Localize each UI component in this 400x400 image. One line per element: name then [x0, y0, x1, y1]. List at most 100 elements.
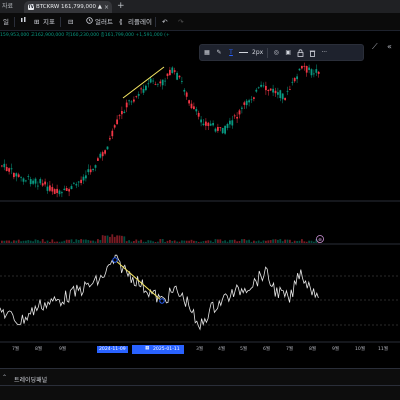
candle-body	[34, 178, 37, 184]
volume-bar	[145, 241, 147, 243]
candle-body	[229, 120, 231, 125]
volume-bar	[140, 239, 142, 243]
volume-bar	[135, 239, 138, 243]
candle-body	[85, 175, 87, 179]
time-axis-selection-start[interactable]: 2024-11-09	[97, 346, 128, 353]
candle-body	[197, 112, 200, 117]
panel-expand-icon[interactable]: ⌃	[2, 374, 7, 381]
candle-body	[178, 75, 181, 78]
text-icon[interactable]: T	[227, 46, 235, 59]
template-icon[interactable]: ▣	[284, 46, 292, 59]
more-options-button[interactable]: ···	[320, 46, 328, 59]
volume-bar	[226, 241, 229, 243]
volume-bar	[193, 240, 195, 243]
settings-icon[interactable]: ◎	[272, 46, 280, 59]
candle-body	[195, 109, 198, 112]
volume-bar	[56, 241, 58, 243]
candle-body	[260, 84, 262, 87]
time-axis-selection-end[interactable]: 2025-01-11	[151, 346, 182, 353]
candle-body	[212, 123, 214, 126]
candle-body	[293, 77, 296, 82]
trendline-handle-end[interactable]	[159, 298, 165, 304]
candle-body	[164, 80, 166, 82]
volume-bar	[77, 240, 80, 243]
volume-bar	[274, 239, 277, 243]
lock-icon[interactable]	[296, 46, 304, 59]
candle-body	[70, 186, 73, 190]
volume-bar	[183, 240, 186, 243]
candle-body	[310, 69, 313, 76]
volume-bar	[284, 239, 286, 243]
candle-body	[3, 163, 6, 168]
candle-body	[5, 167, 8, 172]
volume-bar	[10, 241, 13, 243]
candle-body	[253, 97, 255, 99]
candle-body	[188, 100, 190, 104]
stroke-width-button[interactable]: 2px	[252, 46, 263, 59]
candle-body	[101, 152, 104, 157]
volume-bar	[308, 240, 310, 243]
volume-bar	[5, 240, 8, 243]
volume-bar	[221, 241, 224, 243]
candle-body	[272, 88, 274, 93]
volume-bars	[1, 234, 320, 243]
time-axis-tick: 4월	[218, 347, 226, 352]
trading-panel-tab[interactable]: 트레이딩패널	[14, 375, 47, 384]
trendline-tool-icon[interactable]: ⟋	[372, 42, 378, 52]
candle-body	[313, 73, 315, 75]
candle-body	[99, 153, 102, 158]
volume-bar	[169, 239, 171, 243]
volume-bar	[58, 241, 61, 243]
volume-bar	[245, 240, 248, 243]
volume-bar	[209, 240, 212, 243]
drawing-grid-icon[interactable]: ▦	[203, 46, 211, 59]
candle-body	[27, 176, 30, 178]
volume-bar	[233, 239, 236, 243]
volume-bar	[109, 236, 111, 243]
time-axis-tick: 8월	[309, 347, 317, 352]
volume-bar	[44, 241, 46, 243]
candle-body	[315, 69, 318, 73]
volume-bar	[279, 239, 282, 243]
candle-body	[250, 99, 253, 101]
time-axis-tick: 9월	[59, 347, 67, 352]
volume-bar	[65, 239, 68, 243]
volume-bar	[27, 240, 30, 243]
volume-bar	[25, 240, 27, 243]
volume-bar	[305, 241, 308, 243]
delete-icon[interactable]	[308, 46, 316, 59]
candle-body	[317, 71, 320, 74]
candle-body	[171, 67, 174, 74]
volume-bar	[32, 241, 34, 243]
trendline-handle-start[interactable]	[112, 257, 118, 263]
time-axis[interactable]: 7월 8월 9월 2024-11-09 ▦ 2025-01-11 3월 4월 5…	[0, 345, 400, 357]
oscillator-trendline-drawing[interactable]	[114, 259, 163, 302]
candle-body	[13, 173, 15, 178]
volume-bar	[128, 240, 130, 243]
volume-bar	[142, 241, 145, 243]
volume-bar	[166, 240, 169, 243]
volume-bar	[111, 234, 114, 243]
volume-bar	[293, 240, 296, 243]
candle-body	[236, 117, 238, 119]
volume-bar	[37, 240, 39, 243]
candle-body	[291, 81, 294, 83]
collapse-panel-icon[interactable]: «	[387, 42, 392, 51]
volume-bar	[13, 240, 15, 243]
volume-bar	[94, 241, 97, 243]
volume-bar	[188, 240, 190, 243]
volume-bar	[75, 239, 78, 243]
candle-body	[289, 89, 291, 90]
candle-body	[113, 125, 116, 128]
volume-bar	[46, 240, 49, 243]
candle-body	[92, 168, 94, 171]
candle-body	[296, 76, 298, 80]
volume-bar	[289, 239, 291, 243]
pencil-icon[interactable]: ✎	[215, 46, 223, 59]
candle-body	[176, 72, 178, 80]
volume-bar	[205, 240, 207, 243]
line-style-icon[interactable]	[239, 46, 248, 59]
toolbar-divider	[267, 47, 269, 58]
volume-bar	[241, 239, 243, 243]
volume-bar	[181, 240, 183, 243]
